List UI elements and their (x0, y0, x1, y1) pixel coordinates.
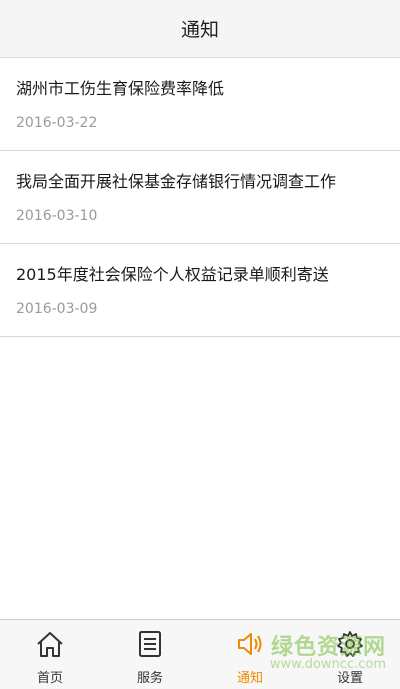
home-icon (37, 632, 63, 657)
tab-home[interactable]: 首页 (0, 620, 100, 689)
speaker-icon (238, 633, 262, 655)
notice-list: 湖州市工伤生育保险费率降低 2016-03-22 我局全面开展社保基金存储银行情… (0, 58, 400, 337)
notice-title: 湖州市工伤生育保险费率降低 (16, 79, 225, 98)
notice-date: 2016-03-22 (16, 115, 98, 131)
tab-service[interactable]: 服务 (100, 620, 200, 689)
tab-notice[interactable]: 通知 (200, 620, 300, 689)
list-item[interactable]: 2015年度社会保险个人权益记录单顺利寄送 2016-03-09 (0, 244, 400, 337)
gear-icon (337, 631, 363, 657)
list-item[interactable]: 湖州市工伤生育保险费率降低 2016-03-22 (0, 58, 400, 151)
notice-date: 2016-03-10 (16, 208, 98, 224)
notice-date: 2016-03-09 (16, 301, 98, 317)
header-bar: 通知 (0, 0, 400, 58)
notice-title: 2015年度社会保险个人权益记录单顺利寄送 (16, 265, 329, 284)
list-item[interactable]: 我局全面开展社保基金存储银行情况调查工作 2016-03-10 (0, 151, 400, 244)
tab-label: 设置 (336, 671, 363, 686)
tab-label: 首页 (36, 671, 63, 686)
tab-label: 服务 (136, 671, 163, 686)
list-icon (139, 631, 161, 657)
tab-settings[interactable]: 设置 (300, 620, 400, 689)
tab-label: 通知 (236, 671, 263, 686)
bottom-tab-bar: 首页 服务 通知 设置 (0, 619, 400, 689)
page-title: 通知 (180, 19, 219, 41)
notice-title: 我局全面开展社保基金存储银行情况调查工作 (16, 172, 337, 191)
app-screen: 通知 湖州市工伤生育保险费率降低 2016-03-22 我局全面开展社保基金存储… (0, 0, 400, 689)
